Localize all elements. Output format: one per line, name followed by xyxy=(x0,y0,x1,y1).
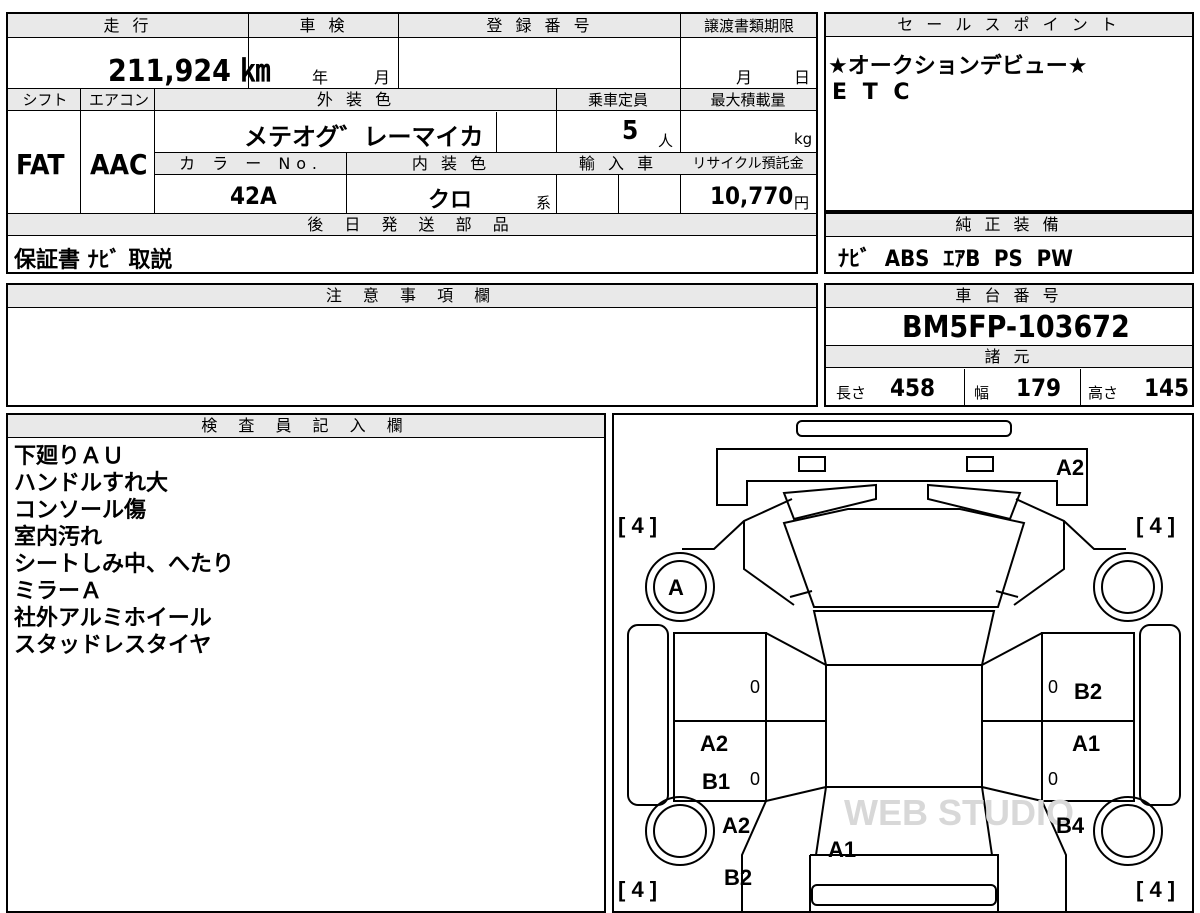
car-outline: WEB STUDIO xyxy=(627,420,1181,911)
exterior-color-value: メテオグ゛レーマイカ xyxy=(244,123,484,151)
interior-color-value: クロ xyxy=(428,188,473,213)
length-label: 長さ xyxy=(836,384,867,402)
mileage-label: 走 行 xyxy=(103,16,153,35)
inspector-note: 室内汚れ xyxy=(14,525,103,550)
standard-equipment-box: 純 正 装 備 ﾅﾋﾞ ABS ｴｱB PS PW xyxy=(824,212,1194,274)
inspector-note: スタッドレスタイヤ xyxy=(14,633,212,658)
recycle-deposit-value: 10,770 xyxy=(710,182,794,210)
capacity-label: 乗車定員 xyxy=(587,91,648,109)
damage-mark: A1 xyxy=(1072,731,1101,756)
inspector-note: シートしみ中、へたり xyxy=(14,552,235,577)
height-value: 145 xyxy=(1144,374,1190,402)
height-label: 高さ xyxy=(1088,384,1119,402)
shift-label: シフト xyxy=(22,91,68,109)
transfer-day: 日 xyxy=(794,68,811,87)
chassis-number-label: 車 台 番 号 xyxy=(826,285,1192,308)
capacity-value: 5 xyxy=(622,116,639,146)
inspector-note: ミラーＡ xyxy=(14,579,103,604)
vehicle-info-table: 走 行 車 検 登 録 番 号 譲渡書類期限 211,924 ㎞ 年 月 月 日… xyxy=(6,12,818,274)
standard-equipment-label: 純 正 装 備 xyxy=(826,214,1192,237)
specifications-label: 諸 元 xyxy=(984,347,1034,366)
watermark: WEB STUDIO xyxy=(844,792,1074,833)
inspector-notes-box: 検 査 員 記 入 欄 下廻りＡＵ ハンドルすれ大 コンソール傷 室内汚れ シー… xyxy=(6,413,606,913)
transfer-month: 月 xyxy=(736,68,753,87)
damage-mark: 0 xyxy=(1048,677,1059,697)
damage-mark: A2 xyxy=(1056,455,1085,480)
damage-mark: 0 xyxy=(750,677,761,697)
inspection-month: 月 xyxy=(374,68,391,87)
damage-mark: A2 xyxy=(700,731,729,756)
inspector-notes-label: 検 査 員 記 入 欄 xyxy=(8,415,604,438)
registration-label: 登 録 番 号 xyxy=(486,16,594,35)
tire-front-left-tread: [ 4 ] xyxy=(618,513,658,538)
recycle-deposit-unit: 円 xyxy=(794,194,810,212)
damage-mark: A1 xyxy=(828,837,857,862)
damage-mark: A xyxy=(668,575,684,600)
mileage-value: 211,924 ㎞ xyxy=(108,54,271,89)
max-load-label: 最大積載量 xyxy=(710,91,786,109)
capacity-unit: 人 xyxy=(658,132,674,150)
inspector-note: ハンドルすれ大 xyxy=(14,471,169,496)
damage-mark: B4 xyxy=(1056,813,1085,838)
import-car-label: 輸 入 車 xyxy=(578,154,658,173)
inspection-label: 車 検 xyxy=(299,16,349,35)
damage-mark: B2 xyxy=(1074,679,1103,704)
damage-mark: A2 xyxy=(722,813,751,838)
chassis-box: 車 台 番 号 BM5FP-103672 諸 元 長さ 458 幅 179 高さ… xyxy=(824,283,1194,407)
inspector-note: 下廻りＡＵ xyxy=(14,444,125,469)
shift-value: FAT xyxy=(16,148,65,181)
later-shipment-parts-value: 保証書 ﾅﾋﾞ 取説 xyxy=(14,248,173,273)
recycle-deposit-label: リサイクル預託金 xyxy=(692,156,804,172)
length-value: 458 xyxy=(890,374,936,402)
chassis-number-value: BM5FP-103672 xyxy=(902,310,1130,345)
damage-mark: B1 xyxy=(702,769,731,794)
ac-label: エアコン xyxy=(88,91,149,109)
interior-color-label: 内 装 色 xyxy=(411,154,491,173)
inspector-note: 社外アルミホイール xyxy=(14,606,212,631)
exterior-color-label: 外 装 色 xyxy=(316,90,396,109)
standard-equipment-value: ﾅﾋﾞ ABS ｴｱB PS PW xyxy=(838,247,1073,272)
damage-mark: 0 xyxy=(1048,769,1059,789)
caution-box: 注 意 事 項 欄 xyxy=(6,283,818,407)
sales-point-line2: E T C xyxy=(832,80,914,105)
inspector-note: コンソール傷 xyxy=(14,498,147,523)
tire-front-right-tread: [ 4 ] xyxy=(1136,513,1176,538)
sales-point-line1: ★オークションデビュー★ xyxy=(828,54,1088,79)
damage-mark: B2 xyxy=(724,865,753,890)
car-damage-diagram: WEB STUDIO [ 4 ] [ 4 ] [ 4 ] [ 4 ] A2 A … xyxy=(612,413,1194,913)
sales-point-box: セ ー ル ス ポ イ ン ト ★オークションデビュー★ E T C xyxy=(824,12,1194,212)
interior-color-suffix: 系 xyxy=(536,194,552,212)
sales-point-label: セ ー ル ス ポ イ ン ト xyxy=(826,14,1192,37)
ac-value: AAC xyxy=(90,148,148,181)
damage-mark: 0 xyxy=(750,769,761,789)
tire-rear-right-tread: [ 4 ] xyxy=(1136,877,1176,902)
caution-label: 注 意 事 項 欄 xyxy=(8,285,816,308)
max-load-unit: kg xyxy=(794,130,813,148)
color-number-label: カ ラ ー No. xyxy=(179,154,323,173)
width-label: 幅 xyxy=(974,384,990,402)
later-shipment-parts-label: 後 日 発 送 部 品 xyxy=(307,215,517,234)
transfer-deadline-label: 譲渡書類期限 xyxy=(703,17,794,35)
color-number-value: 42A xyxy=(230,182,277,210)
tire-rear-left-tread: [ 4 ] xyxy=(618,877,658,902)
width-value: 179 xyxy=(1016,374,1062,402)
inspection-year: 年 xyxy=(312,68,329,87)
